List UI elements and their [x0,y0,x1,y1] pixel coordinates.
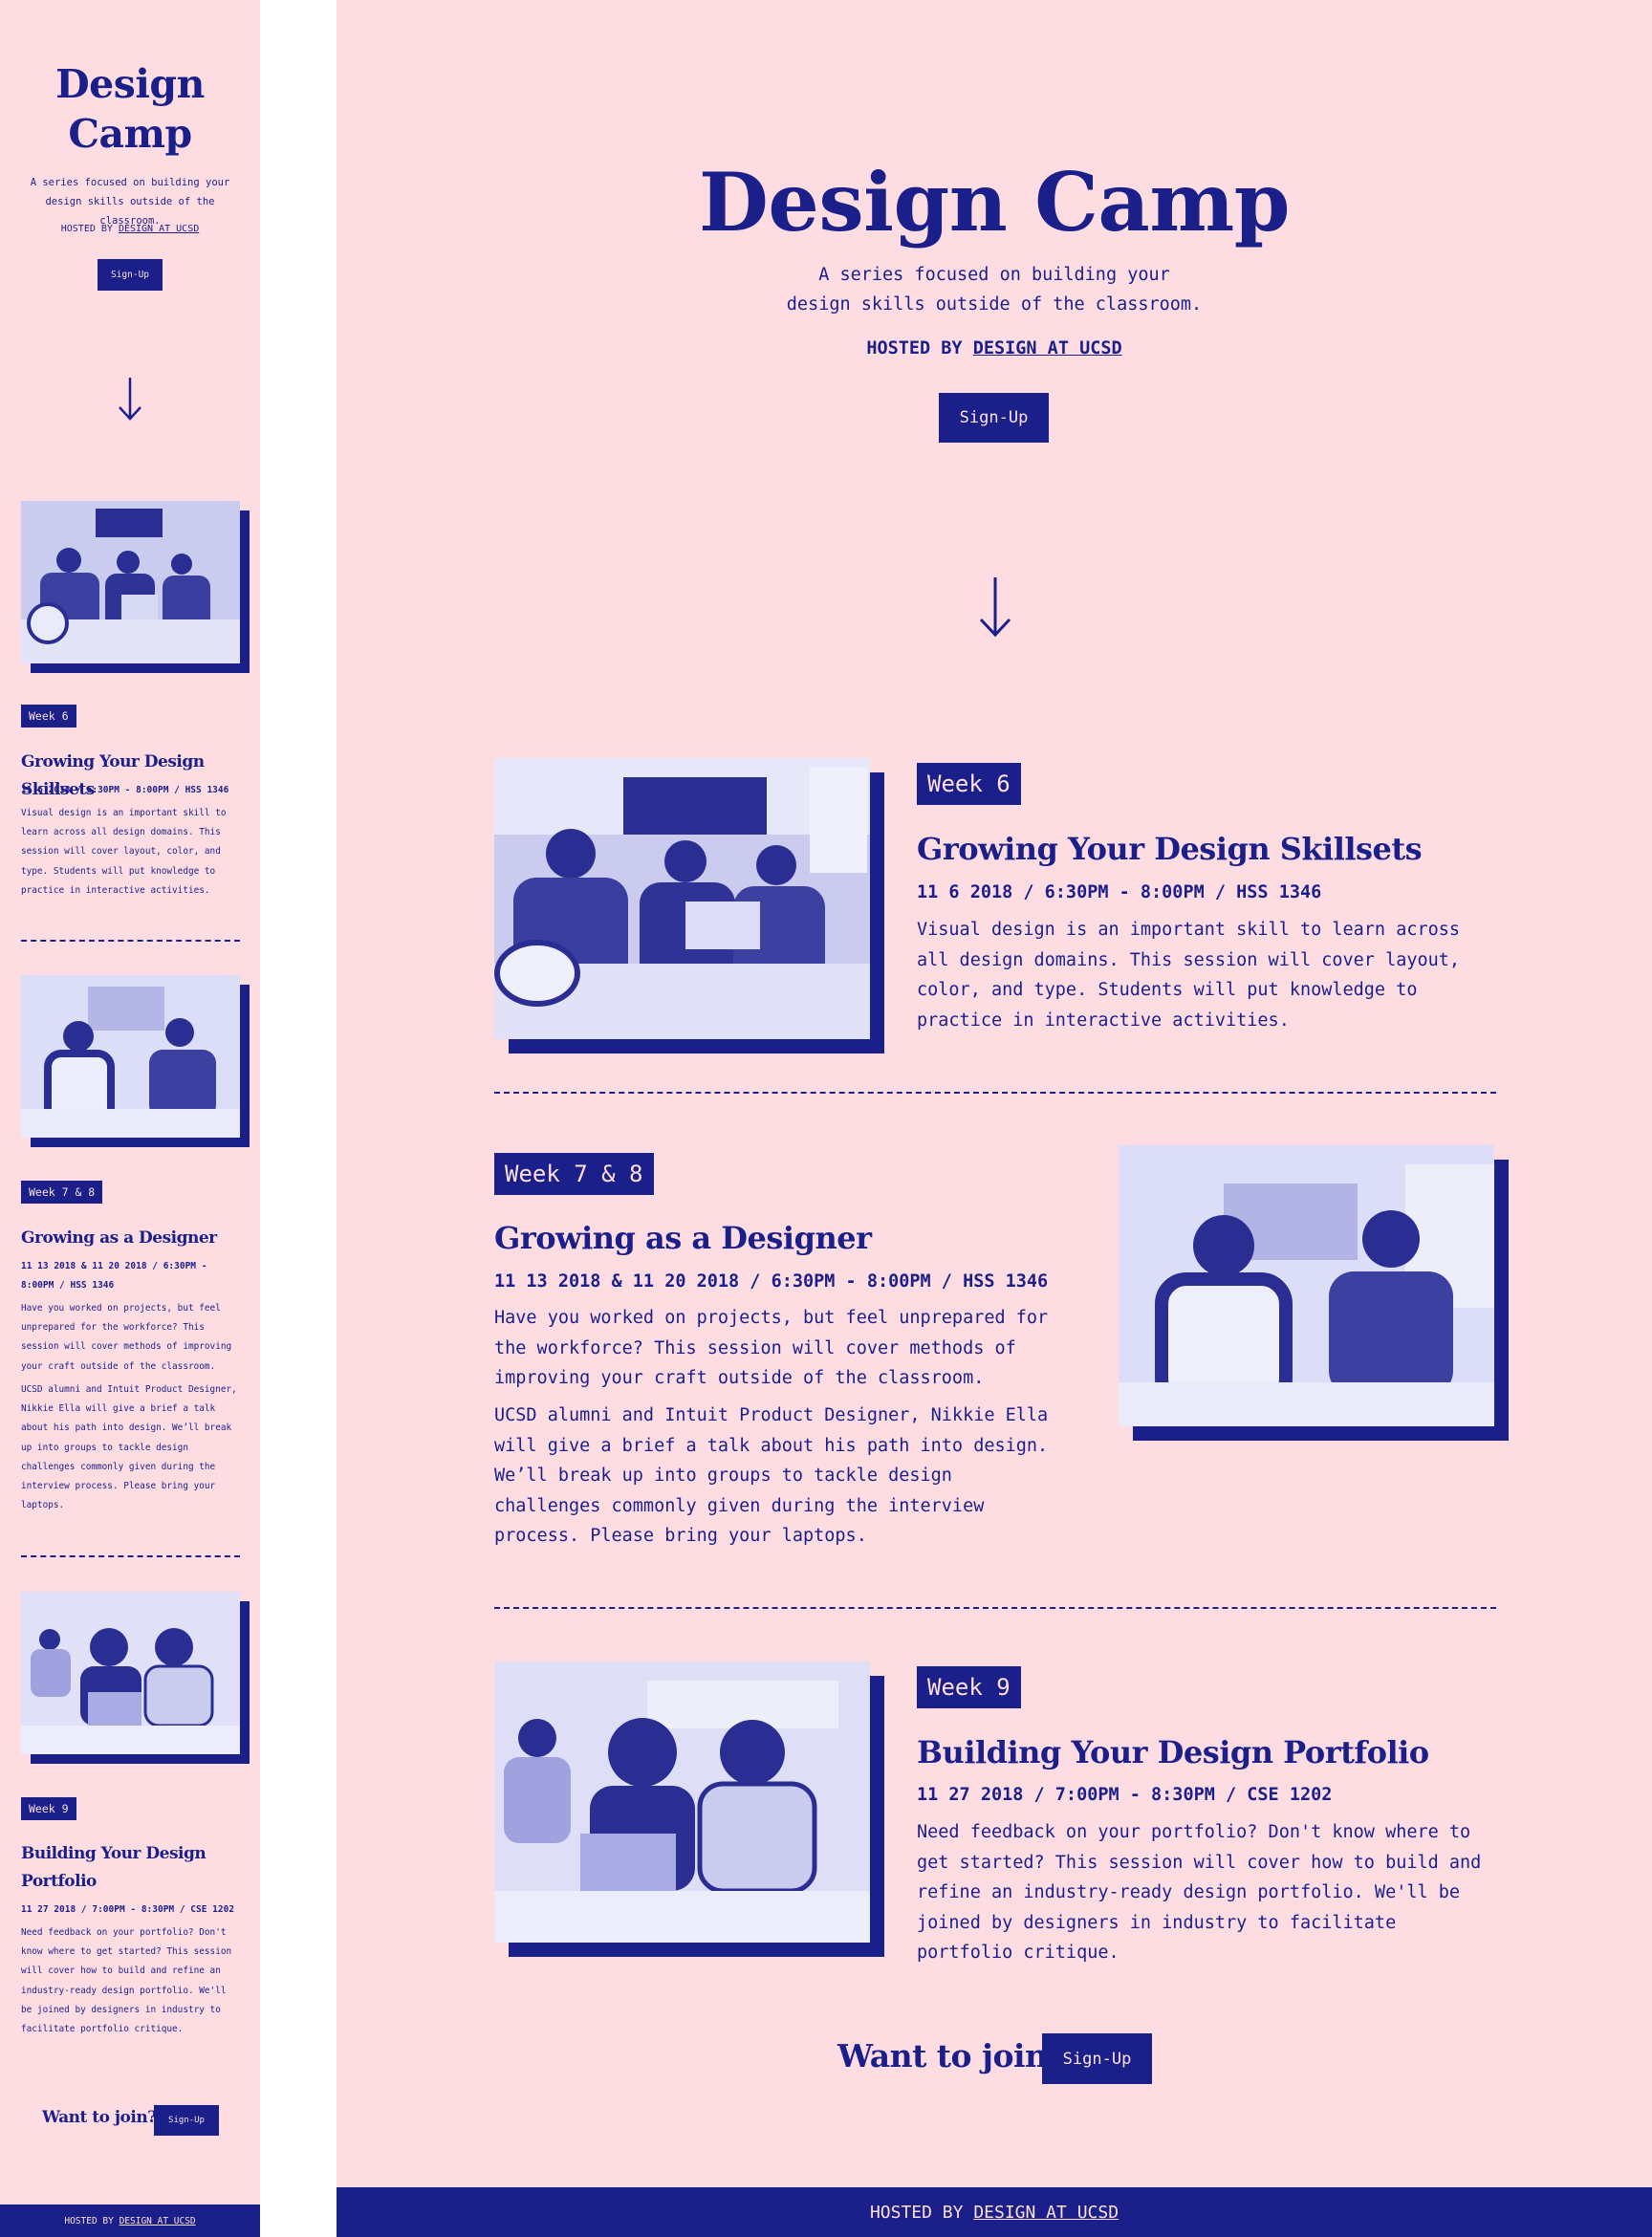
mobile-photo-image [21,975,240,1138]
mobile-session-photo [21,975,240,1138]
mobile-photo-image [21,1592,240,1754]
session-photo [494,1661,870,1943]
section-divider [494,1607,1496,1609]
session-description: Need feedback on your portfolio? Don't k… [917,1822,1482,1963]
mobile-week-badge: Week 7 & 8 [21,1181,103,1204]
mobile-hosted-by: HOSTED BY DESIGN AT UCSD [0,224,260,234]
session-description: Have you worked on projects, but feel un… [494,1308,1049,1388]
mobile-session-title: Building Your Design Portfolio [21,1844,206,1891]
section-divider [494,1092,1496,1094]
mobile-footer: HOSTED BY DESIGN AT UCSD [0,2204,260,2237]
session-meta: 11 6 2018 / 6:30PM - 8:00PM / HSS 1346 [917,882,1322,902]
signup-button[interactable]: Sign-Up [939,393,1049,443]
mobile-session-title: Growing as a Designer [21,1228,217,1248]
join-signup-button[interactable]: Sign-Up [1042,2033,1152,2084]
join-text: Want to join? [837,2037,1066,2074]
photo-image [494,1661,870,1943]
session-title: Building Your Design Portfolio [917,1734,1429,1770]
mobile-week-badge: Week 6 [21,705,76,728]
week-badge: Week 9 [917,1666,1021,1708]
hero-subtitle-text: A series focused on building your design… [786,265,1203,315]
mobile-session-photo [21,501,240,663]
session-photo [494,758,870,1039]
session-meta: 11 27 2018 / 7:00PM - 8:30PM / CSE 1202 [917,1785,1333,1805]
page-title: Design Camp [699,155,1290,250]
photo-image [1119,1145,1494,1426]
session-title: Growing Your Design Skillsets [917,831,1423,867]
mobile-arrow-down-icon[interactable] [115,376,145,422]
mobile-hosted-link[interactable]: DESIGN AT UCSD [119,224,199,234]
mobile-divider [21,940,240,942]
mobile-session-photo [21,1592,240,1754]
hosted-by: HOSTED BY DESIGN AT UCSD [337,338,1652,358]
mobile-session-description: Need feedback on your portfolio? Don't k… [21,1927,232,2035]
mobile-footer-prefix: HOSTED BY [64,2215,120,2226]
mobile-photo-image [21,501,240,663]
mobile-session-description-2: UCSD alumni and Intuit Product Designer,… [21,1384,237,1511]
session-photo [1119,1145,1494,1426]
mobile-session-meta: 11 27 2018 / 7:00PM - 8:30PM / CSE 1202 [21,1904,235,1915]
session-meta: 11 13 2018 & 11 20 2018 / 6:30PM - 8:00P… [494,1271,1049,1292]
mobile-page-title: Design Camp [55,61,205,157]
footer-link[interactable]: DESIGN AT UCSD [973,2203,1119,2223]
mobile-session-description: Have you worked on projects, but feel un… [21,1303,232,1372]
mobile-session-meta: 11 6 2018 / 6:30PM - 8:00PM / HSS 1346 [21,785,229,795]
week-badge: Week 7 & 8 [494,1153,654,1195]
mobile-preview: Design Camp A series focused on building… [0,0,260,2237]
footer: HOSTED BY DESIGN AT UCSD [337,2187,1652,2237]
arrow-down-icon[interactable] [976,576,1014,639]
photo-image [494,758,870,1039]
desktop-page: Design Camp A series focused on building… [337,0,1652,2237]
session-title: Growing as a Designer [494,1220,872,1256]
session-description: Visual design is an important skill to l… [917,920,1461,1031]
session-description-2: UCSD alumni and Intuit Product Designer,… [494,1405,1049,1546]
mobile-subtitle: A series focused on building your design… [30,177,230,227]
hosted-prefix: HOSTED BY [866,338,973,358]
week-badge: Week 6 [917,763,1021,805]
mobile-signup-button[interactable]: Sign-Up [98,259,163,291]
hero-subtitle: A series focused on building your design… [337,260,1652,319]
mobile-session-description: Visual design is an important skill to l… [21,808,227,896]
hosted-link[interactable]: DESIGN AT UCSD [973,338,1122,358]
mobile-session-meta: 11 13 2018 & 11 20 2018 / 6:30PM - 8:00P… [21,1261,207,1291]
mobile-footer-link[interactable]: DESIGN AT UCSD [120,2216,196,2226]
footer-prefix: HOSTED BY [869,2202,974,2223]
mobile-week-badge: Week 9 [21,1797,76,1820]
mobile-divider [21,1555,240,1557]
mobile-join-text: Want to join? [42,2108,157,2127]
mobile-hosted-prefix: HOSTED BY [60,224,119,234]
mobile-join-signup-button[interactable]: Sign-Up [154,2105,219,2136]
